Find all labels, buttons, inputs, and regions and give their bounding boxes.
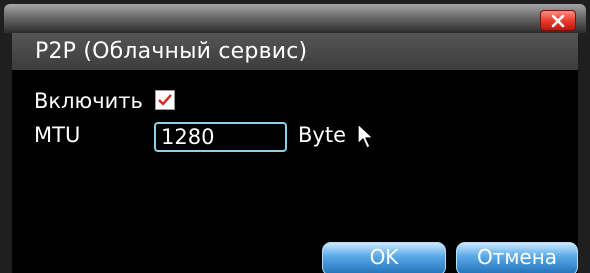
mtu-unit-label: Byte [298, 123, 346, 147]
mtu-label: MTU [34, 123, 81, 147]
mtu-input[interactable] [154, 122, 287, 152]
enable-checkbox[interactable] [155, 90, 175, 110]
window-top-bar [4, 4, 586, 33]
cancel-button[interactable]: Отмена [456, 242, 578, 273]
enable-label: Включить [34, 89, 143, 113]
dialog-title: P2P (Облачный сервис) [35, 39, 308, 64]
close-x-icon [551, 14, 565, 27]
dialog-content: Включить MTU Byte OK Отмена [12, 70, 578, 273]
title-bar: P2P (Облачный сервис) [12, 33, 578, 70]
close-button[interactable] [540, 10, 576, 31]
p2p-dialog: P2P (Облачный сервис) Включить MTU Byte … [0, 0, 590, 273]
ok-button[interactable]: OK [322, 242, 446, 273]
checkmark-icon [158, 94, 172, 106]
mouse-pointer-icon [357, 123, 374, 149]
